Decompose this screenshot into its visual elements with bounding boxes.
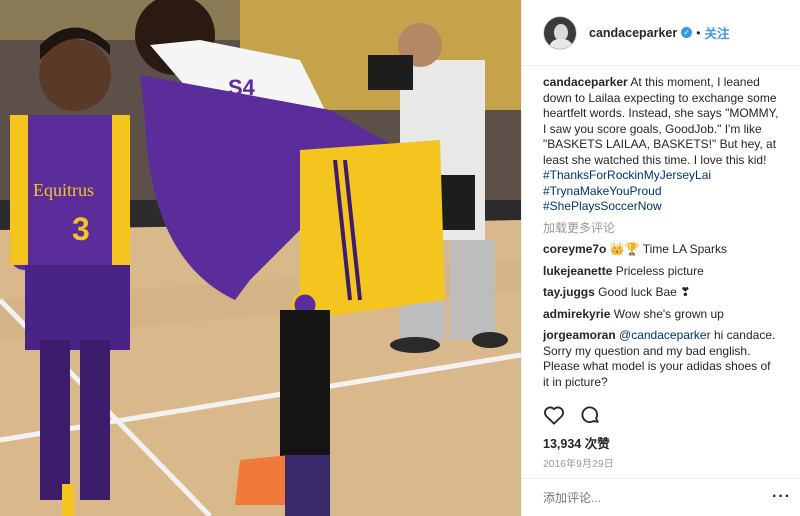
comment-mention[interactable]: @candaceparker xyxy=(619,328,711,342)
add-comment-input[interactable] xyxy=(543,490,753,505)
comment-item: jorgeamoran @candaceparker hi candace. S… xyxy=(543,328,779,390)
comment-username[interactable]: jorgeamoran xyxy=(543,328,616,342)
comment-item: tay.juggs Good luck Bae ❣ xyxy=(543,285,779,301)
hashtag-link[interactable]: #ThanksForRockinMyJerseyLai xyxy=(543,168,779,184)
caption-username[interactable]: candaceparker xyxy=(543,75,628,89)
post-actions xyxy=(543,404,601,426)
post-date: 2016年9月29日 xyxy=(543,459,614,470)
hashtag-link[interactable]: #ShePlaysSoccerNow xyxy=(543,199,779,215)
comment-item: lukejeanette Priceless picture xyxy=(543,264,779,280)
comment-username[interactable]: lukejeanette xyxy=(543,264,612,278)
heart-icon[interactable] xyxy=(543,405,565,425)
header-separator: • xyxy=(696,25,701,40)
comment-item: admirekyrie Wow she's grown up xyxy=(543,307,779,323)
more-options-icon[interactable]: ··· xyxy=(772,489,791,505)
photo-illustration: Equitrus 3 S4 xyxy=(0,0,521,516)
post-photo[interactable]: Equitrus 3 S4 xyxy=(0,0,521,516)
avatar-body xyxy=(549,38,573,49)
instagram-post: Equitrus 3 S4 candaceparker ✓ • 关注 canda… xyxy=(0,0,800,516)
comment-username[interactable]: admirekyrie xyxy=(543,307,610,321)
header-username[interactable]: candaceparker xyxy=(589,26,677,40)
avatar-face xyxy=(554,23,568,41)
follow-button[interactable]: 关注 xyxy=(704,23,729,42)
comment-username[interactable]: coreyme7o xyxy=(543,242,606,256)
comment-text: Priceless picture xyxy=(615,263,704,278)
child-jersey-text: Equitrus xyxy=(33,180,94,200)
add-comment-bar: ··· xyxy=(522,478,800,516)
comment-text: 👑🏆 Time LA Sparks xyxy=(609,242,727,256)
comment-item: coreyme7o 👑🏆 Time LA Sparks xyxy=(543,242,779,258)
post-header: candaceparker ✓ • 关注 xyxy=(522,0,800,66)
comment-username[interactable]: tay.juggs xyxy=(543,285,595,299)
comment-bubble-icon[interactable] xyxy=(579,404,601,426)
load-more-comments-button[interactable]: 加载更多评论 xyxy=(543,221,779,237)
hashtag-link[interactable]: #TrynaMakeYouProud xyxy=(543,184,779,200)
post-sidebar: candaceparker ✓ • 关注 candaceparker At th… xyxy=(521,0,800,516)
comment-text: Good luck Bae ❣ xyxy=(598,285,691,299)
comments-list[interactable]: candaceparker At this moment, I leaned d… xyxy=(543,75,779,395)
child-jersey-number: 3 xyxy=(72,211,90,247)
comment-text: Wow she's grown up xyxy=(613,306,724,321)
caption: candaceparker At this moment, I leaned d… xyxy=(543,75,779,215)
avatar[interactable] xyxy=(543,15,577,50)
verified-badge-icon: ✓ xyxy=(681,27,693,38)
likes-count[interactable]: 13,934 次赞 xyxy=(543,433,610,452)
